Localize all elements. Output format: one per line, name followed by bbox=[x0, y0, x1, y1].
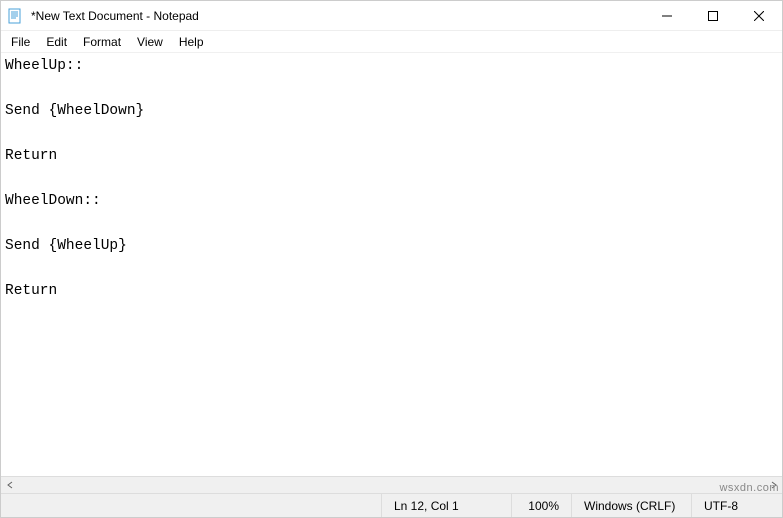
window-title: *New Text Document - Notepad bbox=[29, 9, 644, 23]
menubar: File Edit Format View Help bbox=[1, 31, 782, 53]
status-spacer bbox=[1, 494, 382, 517]
menu-help[interactable]: Help bbox=[171, 33, 212, 51]
menu-file[interactable]: File bbox=[3, 33, 38, 51]
titlebar: *New Text Document - Notepad bbox=[1, 1, 782, 31]
status-zoom: 100% bbox=[512, 494, 572, 517]
horizontal-scrollbar[interactable] bbox=[1, 476, 782, 493]
scroll-left-icon[interactable] bbox=[1, 477, 18, 494]
menu-format[interactable]: Format bbox=[75, 33, 129, 51]
notepad-icon bbox=[7, 8, 23, 24]
text-editor[interactable]: WheelUp:: Send {WheelDown} Return WheelD… bbox=[1, 53, 782, 476]
maximize-button[interactable] bbox=[690, 1, 736, 30]
scroll-track[interactable] bbox=[18, 477, 765, 493]
status-position: Ln 12, Col 1 bbox=[382, 494, 512, 517]
minimize-button[interactable] bbox=[644, 1, 690, 30]
status-line-ending: Windows (CRLF) bbox=[572, 494, 692, 517]
watermark: wsxdn.com bbox=[719, 482, 779, 494]
close-button[interactable] bbox=[736, 1, 782, 30]
menu-view[interactable]: View bbox=[129, 33, 171, 51]
status-encoding: UTF-8 bbox=[692, 494, 782, 517]
statusbar: Ln 12, Col 1 100% Windows (CRLF) UTF-8 bbox=[1, 493, 782, 517]
window-controls bbox=[644, 1, 782, 30]
menu-edit[interactable]: Edit bbox=[38, 33, 75, 51]
